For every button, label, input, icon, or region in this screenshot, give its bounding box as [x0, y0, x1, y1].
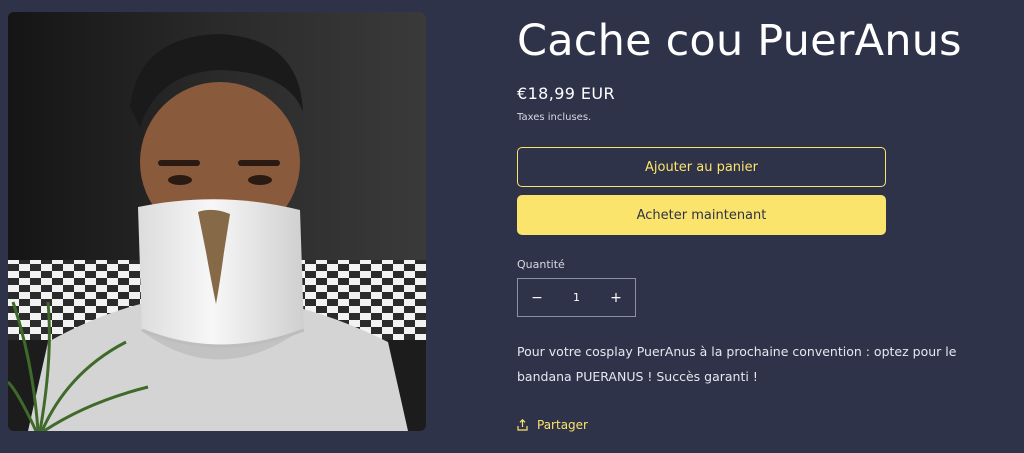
- buy-now-button[interactable]: Acheter maintenant: [517, 195, 886, 235]
- product-image[interactable]: [8, 12, 426, 431]
- quantity-decrease-button[interactable]: −: [518, 279, 556, 316]
- add-to-cart-button[interactable]: Ajouter au panier: [517, 147, 886, 187]
- tax-note: Taxes incluses.: [517, 112, 592, 123]
- quantity-increase-button[interactable]: +: [597, 279, 635, 316]
- share-label: Partager: [537, 418, 588, 432]
- quantity-label: Quantité: [517, 258, 565, 271]
- share-button[interactable]: Partager: [517, 418, 588, 432]
- quantity-input[interactable]: 1: [557, 291, 597, 304]
- product-title: Cache cou PuerAnus: [517, 16, 962, 66]
- share-icon: [517, 419, 528, 431]
- product-price: €18,99 EUR: [517, 84, 616, 103]
- product-page: Cache cou PuerAnus €18,99 EUR Taxes incl…: [0, 0, 1024, 453]
- product-photo: [8, 12, 426, 431]
- quantity-stepper: − 1 +: [517, 278, 636, 317]
- product-description: Pour votre cosplay PuerAnus à la prochai…: [517, 344, 957, 384]
